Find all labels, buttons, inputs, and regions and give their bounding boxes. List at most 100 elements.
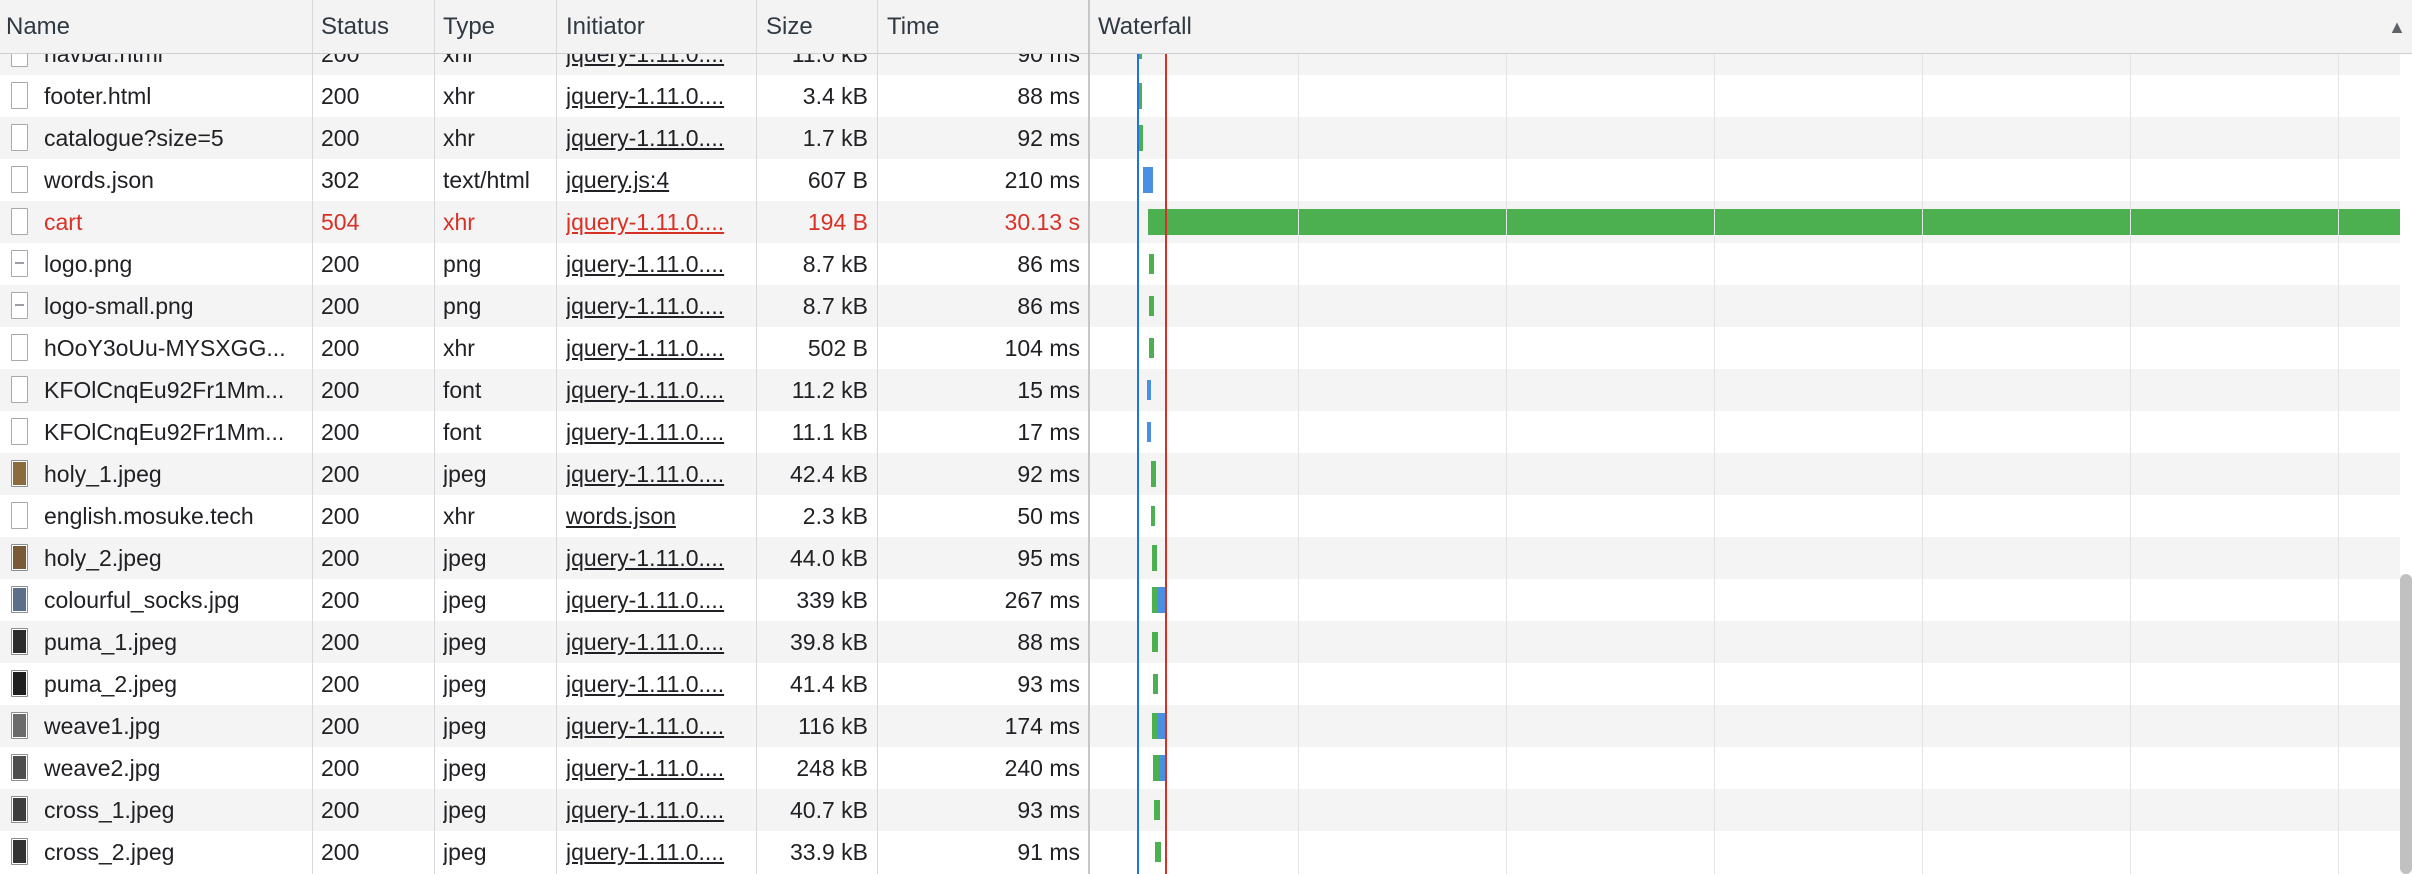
table-row[interactable]: cross_1.jpeg 200 jpeg jquery-1.11.0.... 40.7…	[0, 789, 2400, 831]
request-size: 116 kB	[798, 713, 868, 739]
table-row[interactable]: KFOlCnqEu92Fr1Mm... 200 font jquery-1.11.0.…	[0, 369, 2400, 411]
request-time: 93 ms	[1017, 671, 1080, 697]
request-name: holy_2.jpeg	[44, 545, 162, 571]
waterfall-bar-download[interactable]	[1147, 422, 1151, 442]
column-header-waterfall[interactable]: Waterfall	[1098, 0, 2398, 54]
waterfall-bar-download[interactable]	[1143, 167, 1153, 193]
table-row[interactable]: words.json 302 text/html jquery.js:4 607 B 21…	[0, 159, 2400, 201]
request-initiator[interactable]: jquery-1.11.0....	[566, 327, 742, 369]
document-icon	[11, 124, 28, 151]
table-row[interactable]: KFOlCnqEu92Fr1Mm... 200 font jquery-1.11.0.…	[0, 411, 2400, 453]
request-initiator[interactable]: words.json	[566, 495, 742, 537]
request-size: 607 B	[807, 167, 868, 193]
document-icon	[11, 376, 28, 403]
table-row[interactable]: cart 504 xhr jquery-1.11.0.... 194 B 30.13 s	[0, 201, 2400, 243]
request-size: 41.4 kB	[790, 671, 868, 697]
request-initiator[interactable]: jquery-1.11.0....	[566, 411, 742, 453]
column-header-initiator[interactable]: Initiator	[566, 0, 746, 54]
waterfall-bar-waiting[interactable]	[1149, 338, 1154, 358]
request-initiator[interactable]: jquery-1.11.0....	[566, 243, 742, 285]
table-row[interactable]: hOoY3oUu-MYSXGG... 200 xhr jquery-1.11.0...…	[0, 327, 2400, 369]
waterfall-bar-waiting[interactable]	[1148, 209, 2400, 235]
vertical-scrollbar[interactable]	[2400, 574, 2412, 874]
request-status: 200	[321, 587, 360, 613]
request-initiator[interactable]: jquery-1.11.0....	[566, 117, 742, 159]
waterfall-bar-waiting[interactable]	[1155, 842, 1161, 862]
table-row[interactable]: english.mosuke.tech 200 xhr words.json 2.3 k…	[0, 495, 2400, 537]
request-time: 267 ms	[1004, 587, 1080, 613]
request-initiator[interactable]: jquery-1.11.0....	[566, 747, 742, 789]
column-header-status[interactable]: Status	[321, 0, 431, 54]
request-type: font	[443, 377, 482, 403]
request-status: 200	[321, 125, 360, 151]
waterfall-bar-waiting[interactable]	[1153, 674, 1158, 694]
waterfall-bar-waiting[interactable]	[1151, 506, 1155, 526]
request-size: 33.9 kB	[790, 839, 868, 865]
request-time: 90 ms	[1017, 54, 1080, 67]
request-initiator[interactable]: jquery-1.11.0....	[566, 54, 742, 75]
column-header-time[interactable]: Time	[887, 0, 1087, 54]
request-initiator[interactable]: jquery-1.11.0....	[566, 537, 742, 579]
request-initiator[interactable]: jquery-1.11.0....	[566, 789, 742, 831]
table-row[interactable]: puma_1.jpeg 200 jpeg jquery-1.11.0.... 39.8 …	[0, 621, 2400, 663]
table-row[interactable]: logo-small.png 200 png jquery-1.11.0.... 8.7…	[0, 285, 2400, 327]
waterfall-bar-waiting[interactable]	[1149, 296, 1154, 316]
request-type: xhr	[443, 54, 475, 67]
request-type: jpeg	[443, 629, 487, 655]
image-thumbnail-icon	[11, 838, 28, 865]
request-status: 200	[321, 713, 360, 739]
table-row[interactable]: holy_2.jpeg 200 jpeg jquery-1.11.0.... 44.0 …	[0, 537, 2400, 579]
column-header-type[interactable]: Type	[443, 0, 553, 54]
request-initiator[interactable]: jquery-1.11.0....	[566, 831, 742, 873]
request-initiator[interactable]: jquery-1.11.0....	[566, 453, 742, 495]
waterfall-bar-waiting[interactable]	[1154, 800, 1160, 820]
waterfall-bar-download[interactable]	[1147, 380, 1151, 400]
column-header-name[interactable]: Name	[6, 0, 306, 54]
request-type: jpeg	[443, 713, 487, 739]
request-status: 200	[321, 839, 360, 865]
table-row[interactable]: navbar.html 200 xhr jquery-1.11.0.... 11.0 k…	[0, 54, 2400, 75]
table-row[interactable]: weave2.jpg 200 jpeg jquery-1.11.0.... 248 kB…	[0, 747, 2400, 789]
image-thumbnail-icon	[11, 754, 28, 781]
request-initiator[interactable]: jquery-1.11.0....	[566, 663, 742, 705]
table-row[interactable]: weave1.jpg 200 jpeg jquery-1.11.0.... 116 kB…	[0, 705, 2400, 747]
column-divider[interactable]	[556, 0, 557, 874]
column-divider[interactable]	[312, 0, 313, 874]
column-divider[interactable]	[877, 0, 878, 874]
request-size: 11.1 kB	[791, 419, 868, 445]
request-initiator[interactable]: jquery.js:4	[566, 159, 742, 201]
table-row[interactable]: holy_1.jpeg 200 jpeg jquery-1.11.0.... 42.4 …	[0, 453, 2400, 495]
request-initiator[interactable]: jquery-1.11.0....	[566, 705, 742, 747]
table-row[interactable]: colourful_socks.jpg 200 jpeg jquery-1.11.0.…	[0, 579, 2400, 621]
waterfall-bar-waiting[interactable]	[1151, 461, 1156, 487]
request-status: 200	[321, 54, 360, 67]
column-divider[interactable]	[756, 0, 757, 874]
waterfall-bar-waiting[interactable]	[1149, 254, 1154, 274]
request-initiator[interactable]: jquery-1.11.0....	[566, 201, 742, 243]
column-divider[interactable]	[434, 0, 435, 874]
request-initiator[interactable]: jquery-1.11.0....	[566, 579, 742, 621]
request-name: cross_2.jpeg	[44, 839, 175, 865]
table-row[interactable]: puma_2.jpeg 200 jpeg jquery-1.11.0.... 41.4 …	[0, 663, 2400, 705]
waterfall-bar-waiting[interactable]	[1152, 632, 1158, 652]
request-time: 104 ms	[1004, 335, 1080, 361]
request-name: KFOlCnqEu92Fr1Mm...	[44, 377, 285, 403]
document-icon	[11, 166, 28, 193]
table-row[interactable]: cross_2.jpeg 200 jpeg jquery-1.11.0.... 33.9…	[0, 831, 2400, 873]
request-initiator[interactable]: jquery-1.11.0....	[566, 369, 742, 411]
waterfall-divider[interactable]	[1088, 0, 1090, 874]
request-status: 200	[321, 461, 360, 487]
request-status: 200	[321, 671, 360, 697]
column-header-size[interactable]: Size	[766, 0, 876, 54]
request-initiator[interactable]: jquery-1.11.0....	[566, 621, 742, 663]
sort-ascending-icon[interactable]: ▲	[2388, 0, 2406, 54]
table-row[interactable]: catalogue?size=5 200 xhr jquery-1.11.0.... 1…	[0, 117, 2400, 159]
image-thumbnail-icon	[11, 712, 28, 739]
table-row[interactable]: footer.html 200 xhr jquery-1.11.0.... 3.4 kB…	[0, 75, 2400, 117]
request-initiator[interactable]: jquery-1.11.0....	[566, 285, 742, 327]
request-size: 11.2 kB	[791, 377, 868, 403]
waterfall-bar-waiting[interactable]	[1152, 545, 1157, 571]
table-row[interactable]: logo.png 200 png jquery-1.11.0.... 8.7 kB 86 …	[0, 243, 2400, 285]
request-initiator[interactable]: jquery-1.11.0....	[566, 75, 742, 117]
waterfall-bar-download[interactable]	[1158, 713, 1165, 739]
